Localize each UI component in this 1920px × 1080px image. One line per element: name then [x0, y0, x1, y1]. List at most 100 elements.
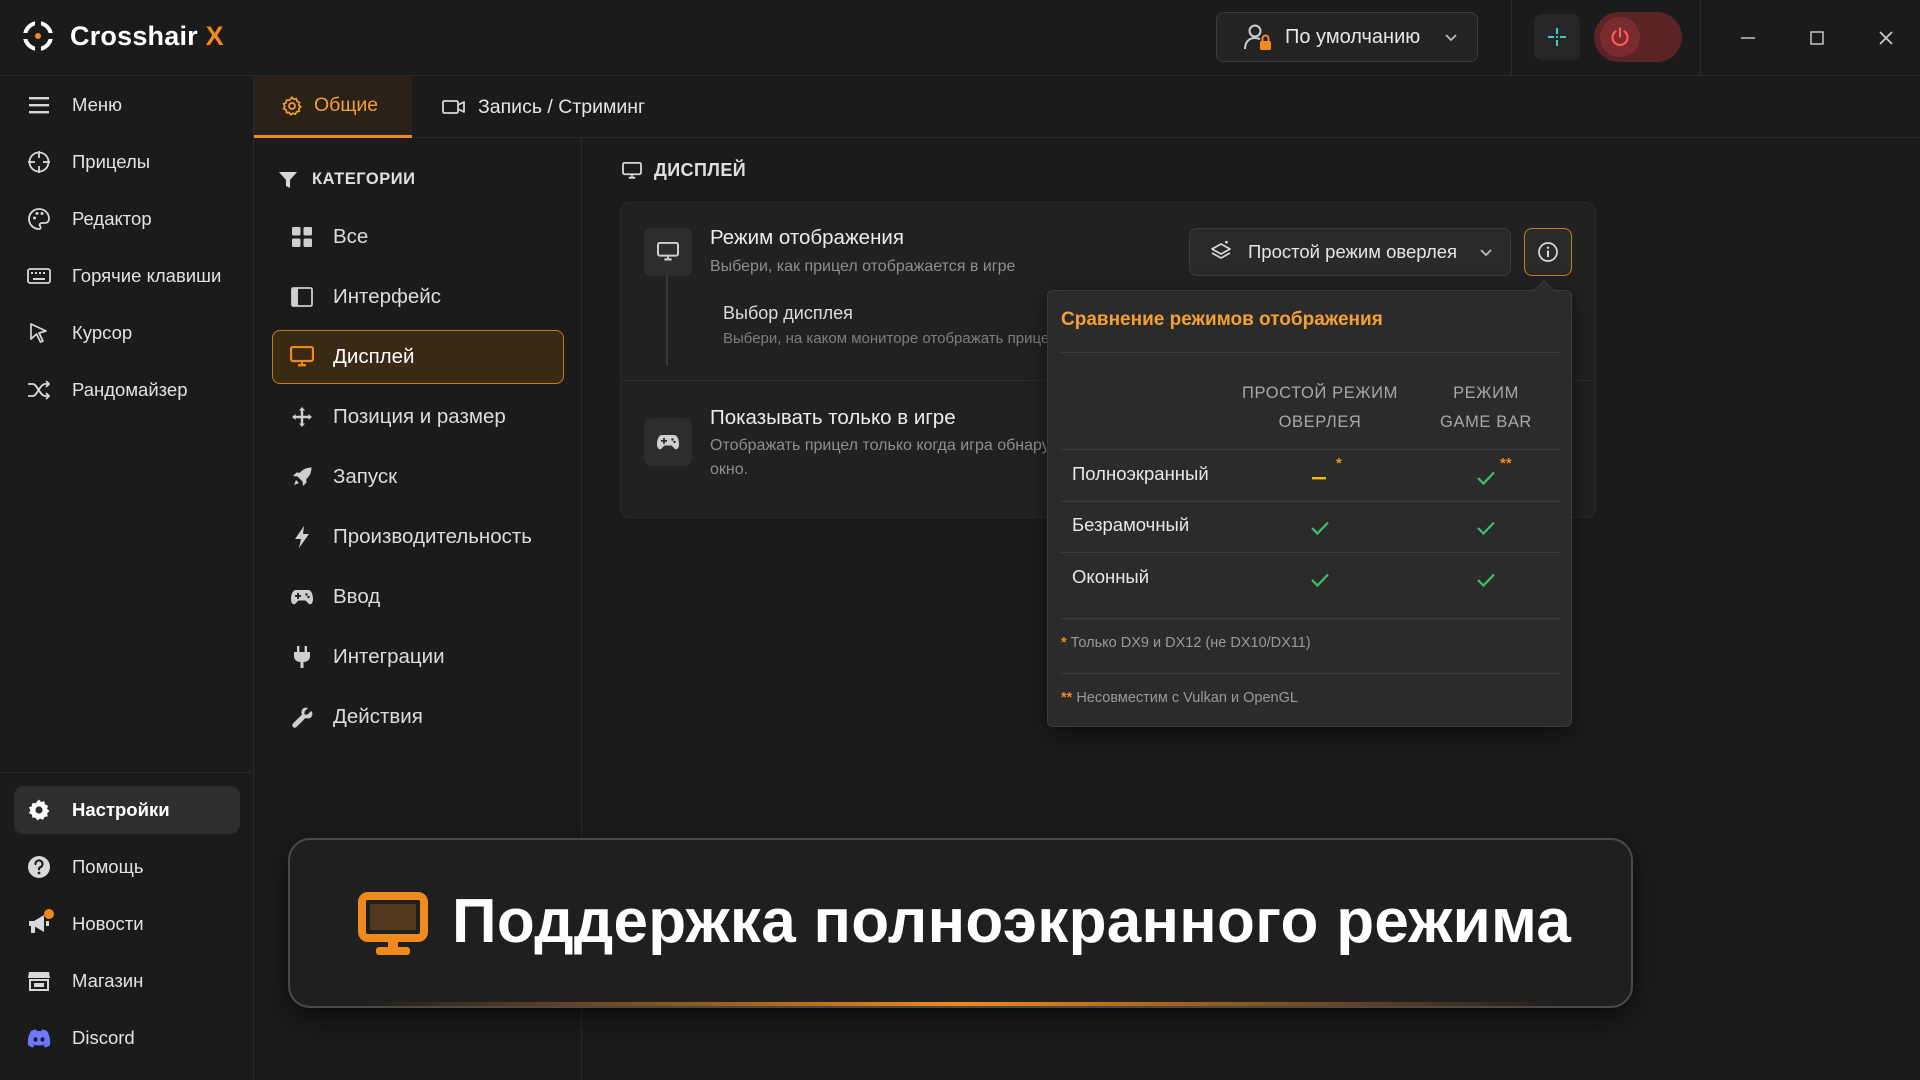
sidebar-item-crosshairs[interactable]: Прицелы [14, 138, 240, 186]
setting-description: Выбери, как прицел отображается в игре [710, 258, 1016, 275]
category-label: Позиция и размер [333, 405, 506, 428]
footnote-vulkan: ** Несовместим с Vulkan и OpenGL [1061, 690, 1298, 706]
column-header-game-bar: РЕЖИМ GAME BAR [1440, 384, 1532, 431]
hamburger-icon [29, 97, 49, 114]
sidebar-item-label: Настройки [72, 799, 170, 820]
sidebar-item-discord[interactable]: Discord [14, 1014, 240, 1062]
plug-icon [294, 646, 310, 668]
crosshair-preview-button[interactable] [1534, 14, 1580, 60]
sidebar-item-help[interactable]: Помощь [14, 843, 240, 891]
popover-title: Сравнение режимов отображения [1061, 309, 1383, 330]
sidebar-item-hotkeys[interactable]: Горячие клавиши [14, 252, 240, 300]
maximize-icon [1810, 31, 1824, 45]
banner-headline: Поддержка полноэкранного режима [452, 887, 1572, 956]
sidebar-item-editor[interactable]: Редактор [14, 195, 240, 243]
gamepad-icon [291, 590, 313, 605]
setting-icon [644, 228, 692, 276]
check-icon [1305, 569, 1335, 591]
category-integrations[interactable]: Интеграции [272, 630, 564, 684]
category-input[interactable]: Ввод [272, 570, 564, 624]
sidebar-item-label: Помощь [72, 856, 144, 877]
sidebar-item-settings[interactable]: Настройки [14, 786, 240, 834]
sidebar-item-menu[interactable]: Меню [14, 81, 240, 129]
category-label: Интеграции [333, 645, 445, 668]
sidebar-item-label: Новости [72, 913, 144, 934]
power-toggle[interactable] [1594, 12, 1682, 62]
filter-icon [279, 171, 297, 188]
category-actions[interactable]: Действия [272, 690, 564, 744]
maximize-button[interactable] [1797, 18, 1837, 58]
category-label: Интерфейс [333, 285, 441, 308]
tab-general[interactable]: Общие [254, 76, 412, 138]
sidebar-item-news[interactable]: Новости [14, 900, 240, 948]
monitor-icon [358, 892, 428, 963]
feature-banner: Поддержка полноэкранного режима [288, 838, 1633, 1008]
category-position-size[interactable]: Позиция и размер [272, 390, 564, 444]
footnote-dx: * Только DX9 и DX12 (не DX10/DX11) [1061, 635, 1311, 651]
cursor-icon [30, 323, 47, 343]
display-mode-info-button[interactable] [1524, 228, 1572, 276]
footnote-marker: ** [1500, 455, 1512, 472]
crosshair-icon [28, 151, 50, 173]
tab-label: Общие [314, 94, 379, 116]
setting-title: Выбор дисплея [723, 303, 853, 323]
grid-icon [292, 227, 312, 247]
setting-description: окно. [710, 461, 749, 478]
display-mode-select[interactable]: Простой режим оверлея [1189, 228, 1511, 276]
divider [1061, 552, 1561, 553]
main-sidebar: Меню Прицелы Редактор Горячие клавиши Ку… [0, 76, 254, 1080]
sidebar-item-randomizer[interactable]: Рандомайзер [14, 366, 240, 414]
footnote-marker: * [1336, 455, 1342, 472]
chevron-down-icon [1445, 34, 1457, 42]
gear-icon [282, 95, 302, 116]
divider [1061, 352, 1561, 353]
check-icon [1471, 467, 1501, 489]
keyboard-icon [27, 268, 51, 284]
profile-label: По умолчанию [1285, 25, 1421, 48]
sidebar-item-store[interactable]: Магазин [14, 957, 240, 1005]
tab-label: Запись / Стриминг [478, 95, 646, 118]
profile-dropdown[interactable]: По умолчанию [1216, 12, 1478, 62]
minimize-icon [1741, 37, 1755, 39]
row-label-fullscreen: Полноэкранный [1072, 463, 1209, 484]
app-name: Crosshair X [70, 20, 224, 51]
display-mode-comparison-popover: Сравнение режимов отображения ПРОСТОЙ РЕ… [1047, 290, 1572, 727]
user-lock-icon [1244, 24, 1271, 50]
category-label: Ввод [333, 585, 381, 608]
tab-recording-streaming[interactable]: Запись / Стриминг [414, 76, 673, 138]
category-label: Запуск [333, 465, 398, 488]
check-icon [1305, 517, 1335, 539]
settings-tabs: Общие Запись / Стриминг [254, 76, 1920, 138]
gear-icon [28, 799, 50, 821]
categories-header: КАТЕГОРИИ [278, 170, 415, 189]
display-mode-value: Простой режим оверлея [1248, 241, 1458, 262]
check-icon [1471, 517, 1501, 539]
power-toggle-knob [1600, 17, 1640, 57]
divider [1061, 618, 1561, 619]
category-interface[interactable]: Интерфейс [272, 270, 564, 324]
close-button[interactable] [1866, 18, 1906, 58]
sidebar-item-label: Discord [72, 1027, 135, 1048]
column-header-simple-overlay: ПРОСТОЙ РЕЖИМ ОВЕРЛЕЯ [1242, 384, 1398, 431]
category-performance[interactable]: Производительность [272, 510, 564, 564]
sidebar-item-label: Магазин [72, 970, 144, 991]
sidebar-item-label: Курсор [72, 322, 133, 343]
tree-connector [666, 276, 668, 366]
divider [1061, 501, 1561, 502]
banner-accent-line [370, 1002, 1551, 1006]
sidebar-item-cursor[interactable]: Курсор [14, 309, 240, 357]
section-header: ДИСПЛЕЙ [622, 160, 746, 181]
category-display[interactable]: Дисплей [272, 330, 564, 384]
category-label: Действия [333, 705, 423, 728]
category-launch[interactable]: Запуск [272, 450, 564, 504]
video-camera-icon [442, 100, 465, 114]
move-icon [292, 407, 312, 427]
category-all[interactable]: Все [272, 210, 564, 264]
gamepad-icon [657, 435, 679, 450]
monitor-icon [657, 242, 679, 261]
minimize-button[interactable] [1728, 18, 1768, 58]
layers-icon [1211, 241, 1231, 259]
category-label: Дисплей [333, 345, 415, 368]
divider [1700, 0, 1701, 76]
divider [1061, 673, 1561, 674]
